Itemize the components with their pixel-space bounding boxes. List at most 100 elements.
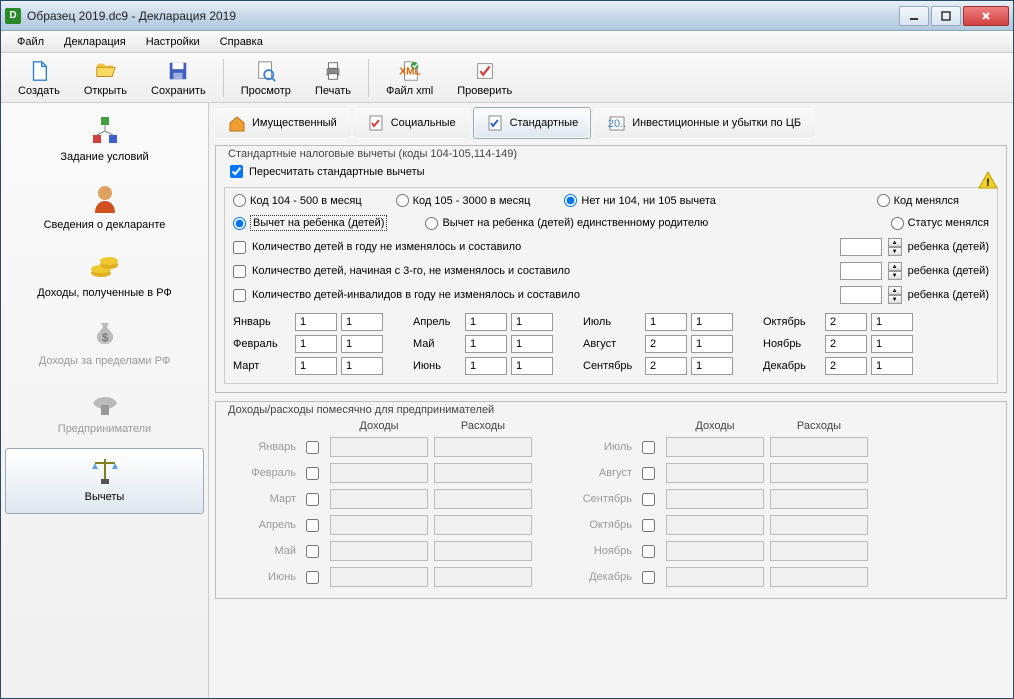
jan-val1[interactable] [295, 313, 337, 331]
apr-val2[interactable] [511, 313, 553, 331]
feb-expense[interactable] [434, 463, 532, 483]
apr-ie-check[interactable] [306, 519, 319, 532]
mar-ie-check[interactable] [306, 493, 319, 506]
jan-income[interactable] [330, 437, 428, 457]
toolbar-create[interactable]: Создать [7, 55, 71, 101]
count3-spinner[interactable]: ▲▼ [888, 286, 902, 304]
jun-expense[interactable] [434, 567, 532, 587]
close-button[interactable] [963, 6, 1009, 26]
menu-file[interactable]: Файл [9, 34, 52, 50]
may-income[interactable] [330, 541, 428, 561]
aug-val2[interactable] [691, 335, 733, 353]
dec-val1[interactable] [825, 357, 867, 375]
subtab-invest[interactable]: 20.. Инвестиционные и убытки по ЦБ [595, 107, 814, 139]
oct-income[interactable] [666, 515, 764, 535]
sep-income[interactable] [666, 489, 764, 509]
mar-income[interactable] [330, 489, 428, 509]
radio-child-single[interactable]: Вычет на ребенка (детей) единственному р… [425, 217, 708, 230]
subtab-property[interactable]: Имущественный [215, 107, 350, 139]
count3-input[interactable] [840, 286, 882, 304]
oct-expense[interactable] [770, 515, 868, 535]
aug-expense[interactable] [770, 463, 868, 483]
apr-val1[interactable] [465, 313, 507, 331]
sidebar-item-entrepreneurs[interactable]: Предприниматели [5, 380, 204, 446]
sep-val2[interactable] [691, 357, 733, 375]
feb-ie-check[interactable] [306, 467, 319, 480]
nov-income[interactable] [666, 541, 764, 561]
toolbar-check[interactable]: Проверить [446, 55, 523, 101]
radio-child[interactable]: Вычет на ребенка (детей) [233, 215, 387, 231]
subtab-social[interactable]: Социальные [354, 107, 469, 139]
recalc-checkbox[interactable] [230, 165, 243, 178]
radio-code-changed[interactable]: Код менялся [877, 194, 959, 207]
may-expense[interactable] [434, 541, 532, 561]
maximize-button[interactable] [931, 6, 961, 26]
toolbar-xml[interactable]: XML Файл xml [375, 55, 444, 101]
count2-spinner[interactable]: ▲▼ [888, 262, 902, 280]
radio-code105[interactable]: Код 105 - 3000 в месяц [396, 194, 531, 207]
jan-expense[interactable] [434, 437, 532, 457]
count1-spinner[interactable]: ▲▼ [888, 238, 902, 256]
may-val2[interactable] [511, 335, 553, 353]
sidebar-item-conditions[interactable]: Задание условий [5, 108, 204, 174]
nov-val2[interactable] [871, 335, 913, 353]
nov-ie-check[interactable] [642, 545, 655, 558]
radio-none[interactable]: Нет ни 104, ни 105 вычета [564, 194, 715, 207]
menu-declaration[interactable]: Декларация [56, 34, 134, 50]
dec-ie-check[interactable] [642, 571, 655, 584]
radio-status-changed[interactable]: Статус менялся [891, 217, 989, 230]
jan-val2[interactable] [341, 313, 383, 331]
aug-val1[interactable] [645, 335, 687, 353]
sidebar-item-income-rf[interactable]: Доходы, полученные в РФ [5, 244, 204, 310]
feb-val2[interactable] [341, 335, 383, 353]
sep-ie-check[interactable] [642, 493, 655, 506]
jun-income[interactable] [330, 567, 428, 587]
menu-help[interactable]: Справка [212, 34, 271, 50]
radio-code104[interactable]: Код 104 - 500 в месяц [233, 194, 362, 207]
feb-val1[interactable] [295, 335, 337, 353]
mar-val1[interactable] [295, 357, 337, 375]
toolbar-save[interactable]: Сохранить [140, 55, 217, 101]
may-ie-check[interactable] [306, 545, 319, 558]
jul-income[interactable] [666, 437, 764, 457]
mar-expense[interactable] [434, 489, 532, 509]
sidebar-item-declarant[interactable]: Сведения о декларанте [5, 176, 204, 242]
dec-val2[interactable] [871, 357, 913, 375]
apr-income[interactable] [330, 515, 428, 535]
jun-ie-check[interactable] [306, 571, 319, 584]
count2-checkbox[interactable] [233, 265, 246, 278]
toolbar-open[interactable]: Открыть [73, 55, 138, 101]
oct-val2[interactable] [871, 313, 913, 331]
feb-income[interactable] [330, 463, 428, 483]
toolbar-preview[interactable]: Просмотр [230, 55, 302, 101]
jul-val2[interactable] [691, 313, 733, 331]
oct-val1[interactable] [825, 313, 867, 331]
nov-expense[interactable] [770, 541, 868, 561]
aug-ie-check[interactable] [642, 467, 655, 480]
sep-val1[interactable] [645, 357, 687, 375]
minimize-button[interactable] [899, 6, 929, 26]
menu-settings[interactable]: Настройки [138, 34, 208, 50]
dec-income[interactable] [666, 567, 764, 587]
apr-expense[interactable] [434, 515, 532, 535]
count1-checkbox[interactable] [233, 241, 246, 254]
jul-expense[interactable] [770, 437, 868, 457]
toolbar-print[interactable]: Печать [304, 55, 362, 101]
may-val1[interactable] [465, 335, 507, 353]
aug-income[interactable] [666, 463, 764, 483]
count1-input[interactable] [840, 238, 882, 256]
sep-expense[interactable] [770, 489, 868, 509]
jun-val2[interactable] [511, 357, 553, 375]
subtab-standard[interactable]: Стандартные [473, 107, 592, 139]
jun-val1[interactable] [465, 357, 507, 375]
nov-val1[interactable] [825, 335, 867, 353]
sidebar-item-income-abroad[interactable]: $ Доходы за пределами РФ [5, 312, 204, 378]
oct-ie-check[interactable] [642, 519, 655, 532]
dec-expense[interactable] [770, 567, 868, 587]
count2-input[interactable] [840, 262, 882, 280]
jan-ie-check[interactable] [306, 441, 319, 454]
sidebar-item-deductions[interactable]: Вычеты [5, 448, 204, 514]
mar-val2[interactable] [341, 357, 383, 375]
jul-ie-check[interactable] [642, 441, 655, 454]
jul-val1[interactable] [645, 313, 687, 331]
